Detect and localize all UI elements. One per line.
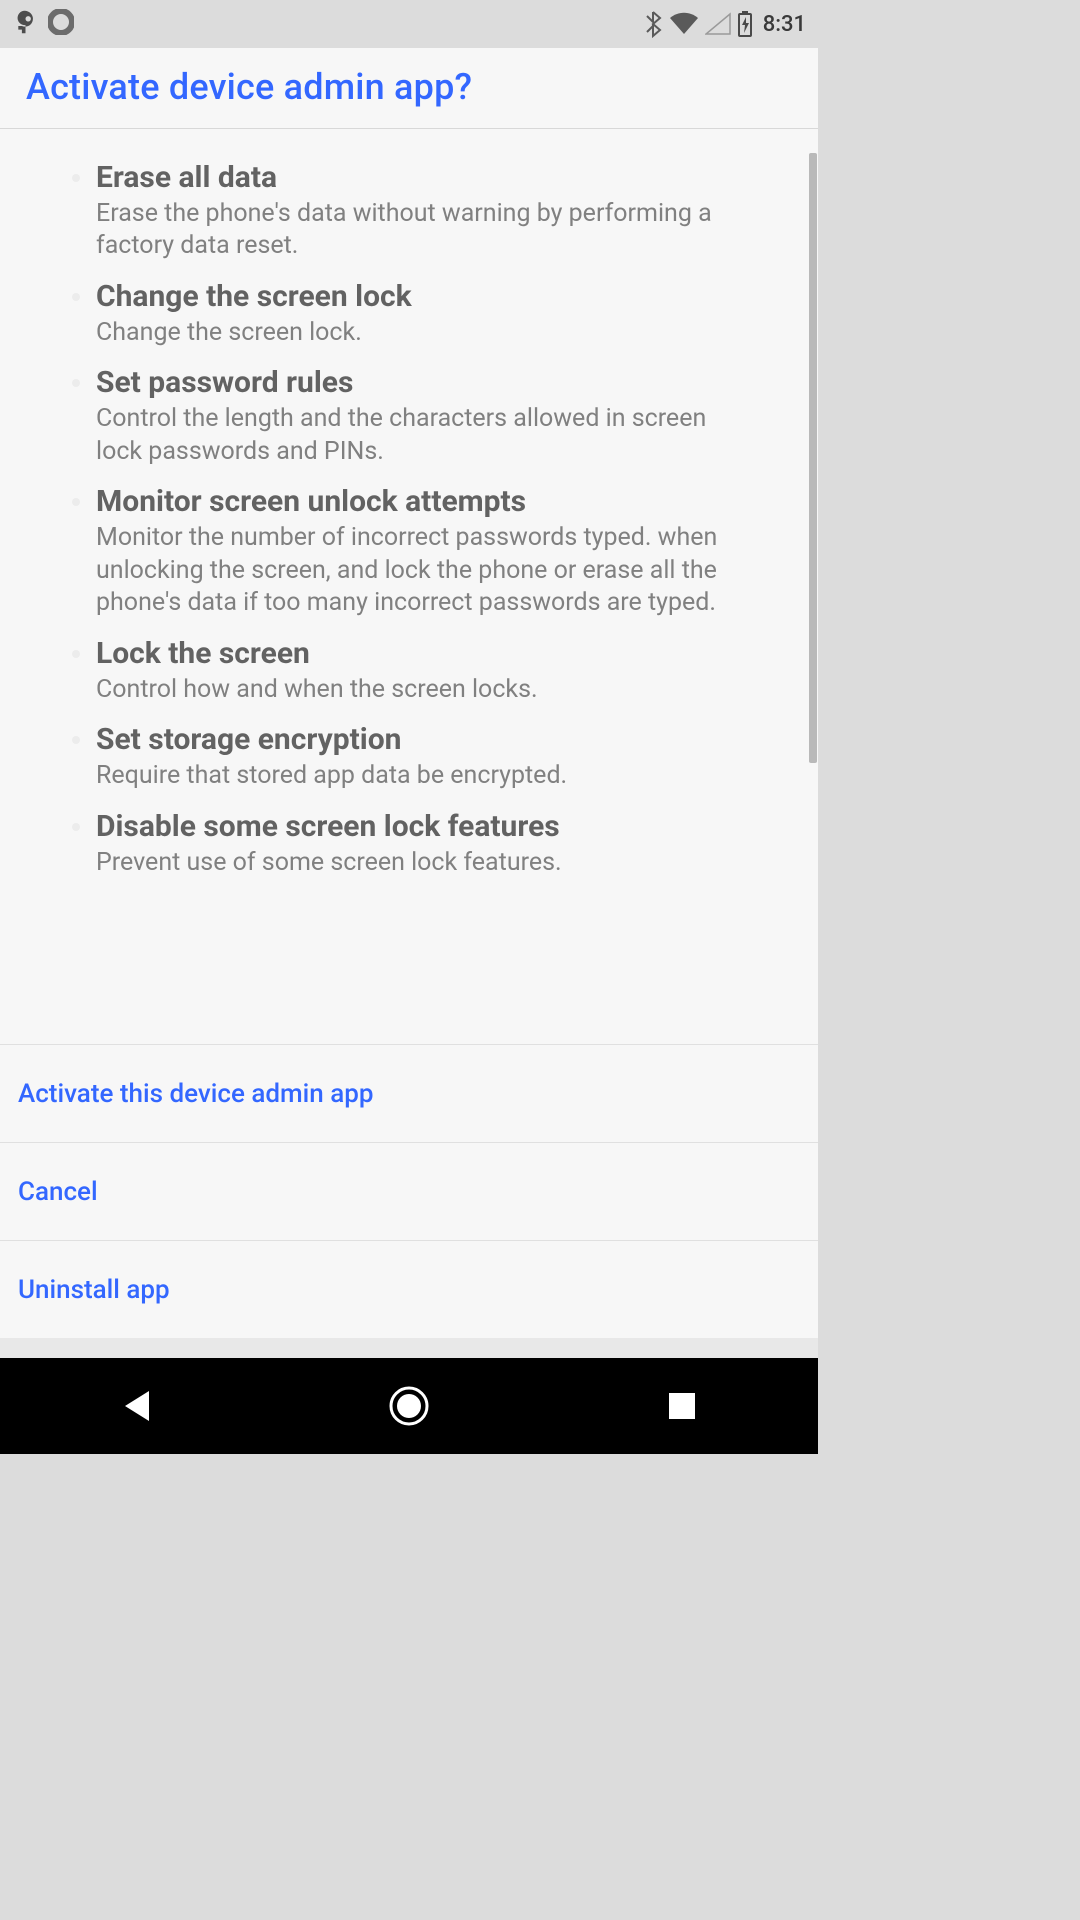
- permission-item: Erase all data Erase the phone's data wi…: [0, 144, 818, 263]
- permission-item: Set password rules Control the length an…: [0, 349, 818, 468]
- page-header: Activate device admin app?: [0, 48, 818, 129]
- status-time: 8:31: [763, 12, 806, 37]
- screen: 8:31 Activate device admin app? app CTS …: [0, 0, 818, 1454]
- activate-button[interactable]: Activate this device admin app: [0, 1044, 818, 1142]
- permission-title: Disable some screen lock features: [96, 809, 782, 845]
- uninstall-button[interactable]: Uninstall app: [0, 1240, 818, 1338]
- bullet-icon: [72, 498, 80, 506]
- bullet-icon: [72, 379, 80, 387]
- permission-item: Change the screen lock Change the screen…: [0, 263, 818, 350]
- permission-desc: Prevent use of some screen lock features…: [96, 847, 782, 880]
- wifi-icon: [669, 12, 699, 36]
- recents-icon: [667, 1391, 697, 1421]
- permission-item: Lock the screen Control how and when the…: [0, 620, 818, 707]
- permission-title: Lock the screen: [96, 636, 782, 672]
- back-icon: [119, 1387, 153, 1425]
- bluetooth-icon: [645, 10, 663, 38]
- permission-title: Change the screen lock: [96, 279, 782, 315]
- fi-network-icon: [12, 8, 38, 40]
- nav-bar: [0, 1358, 818, 1454]
- home-icon: [387, 1384, 431, 1428]
- action-bar: Activate this device admin app Cancel Un…: [0, 1044, 818, 1338]
- permission-desc: Monitor the number of incorrect password…: [96, 522, 782, 620]
- bullet-icon: [72, 736, 80, 744]
- status-left: [12, 8, 74, 40]
- permission-item: Disable some screen lock features Preven…: [0, 793, 818, 880]
- recents-button[interactable]: [652, 1376, 712, 1436]
- battery-charging-icon: [737, 11, 753, 37]
- bullet-icon: [72, 293, 80, 301]
- bullet-icon: [72, 174, 80, 182]
- permission-item: Set storage encryption Require that stor…: [0, 706, 818, 793]
- permissions-list: Erase all data Erase the phone's data wi…: [0, 144, 818, 880]
- status-right: 8:31: [645, 10, 806, 38]
- permission-desc: Control the length and the characters al…: [96, 403, 782, 468]
- bullet-icon: [72, 823, 80, 831]
- permission-title: Set password rules: [96, 365, 782, 401]
- status-bar: 8:31: [0, 0, 818, 48]
- permission-desc: Change the screen lock.: [96, 317, 782, 350]
- permission-item: Monitor screen unlock attempts Monitor t…: [0, 468, 818, 620]
- cancel-button[interactable]: Cancel: [0, 1142, 818, 1240]
- circle-status-icon: [48, 9, 74, 39]
- page-title: Activate device admin app?: [26, 66, 798, 108]
- home-button[interactable]: [379, 1376, 439, 1436]
- back-button[interactable]: [106, 1376, 166, 1436]
- intro-text: app CTS Verifier to perform the followin…: [0, 129, 818, 144]
- permission-desc: Require that stored app data be encrypte…: [96, 760, 782, 793]
- bottom-gap: [0, 1338, 818, 1358]
- permission-title: Monitor screen unlock attempts: [96, 484, 782, 520]
- permission-title: Erase all data: [96, 160, 782, 196]
- permission-desc: Control how and when the screen locks.: [96, 674, 782, 707]
- permission-desc: Erase the phone's data without warning b…: [96, 198, 782, 263]
- permission-title: Set storage encryption: [96, 722, 782, 758]
- cell-signal-icon: [705, 12, 731, 36]
- content-scroll[interactable]: app CTS Verifier to perform the followin…: [0, 129, 818, 1044]
- scrollbar-thumb[interactable]: [809, 153, 817, 763]
- bullet-icon: [72, 650, 80, 658]
